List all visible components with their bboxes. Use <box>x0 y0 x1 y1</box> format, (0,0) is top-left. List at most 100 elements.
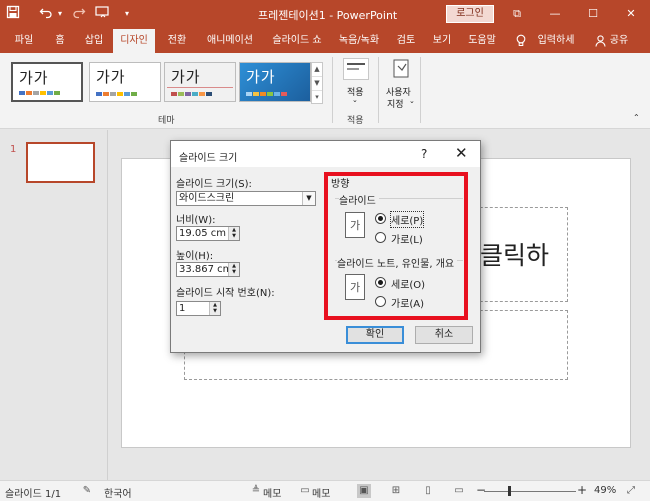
zoom-level[interactable]: 49% <box>594 485 616 496</box>
zoom-out-icon[interactable]: − <box>476 483 486 497</box>
ok-button[interactable]: 확인 <box>346 326 404 344</box>
theme-color-bars <box>96 92 137 96</box>
slide-size-dialog: 슬라이드 크기 ? ✕ 슬라이드 크기(S): 와이드스크린 ▼ 너비(W): … <box>170 140 481 353</box>
help-button[interactable]: ? <box>421 147 427 161</box>
user-icon <box>594 29 606 53</box>
ribbon: 가가 가가 가가 가가 ▲ ▼ ▾ 테마 적용 ⌄ 적용 사용자 지정 ⌄ ⌃ <box>0 53 650 129</box>
slide-size-label: 슬라이드 크기(S): <box>176 179 252 190</box>
title-bar: ▾ ▾ 프레젠테이션1 - PowerPoint 로그인 ⧉ — ☐ ✕ <box>0 0 650 29</box>
theme-group-label: 테마 <box>158 116 175 126</box>
theme-preview-text: 가가 <box>96 68 126 86</box>
reading-view-icon[interactable]: ▯ <box>421 484 435 498</box>
decrement-icon[interactable]: ▼ <box>228 233 239 240</box>
tab-file[interactable]: 파일 <box>8 29 40 53</box>
tab-design[interactable]: 디자인 <box>113 29 155 53</box>
start-number-label: 슬라이드 시작 번호(N): <box>176 288 275 299</box>
slideshow-view-icon[interactable]: ▭ <box>452 484 466 498</box>
lightbulb-icon <box>514 29 528 53</box>
slide-number: 1 <box>10 144 17 155</box>
theme-line <box>167 87 233 88</box>
theme-gray[interactable]: 가가 <box>164 62 236 102</box>
undo-dropdown-icon[interactable]: ▾ <box>51 5 69 23</box>
zoom-slider-track[interactable] <box>484 491 576 492</box>
tab-home[interactable]: 홈 <box>48 29 72 53</box>
height-label: 높이(H): <box>176 251 214 262</box>
minimize-button[interactable]: — <box>544 4 566 24</box>
collapse-ribbon-icon[interactable]: ⌃ <box>633 113 640 122</box>
height-input[interactable]: 33.867 cm ▲ ▼ <box>176 262 240 277</box>
status-bar: 슬라이드 1/1 ✎ 한국어 ≜ 메모 ▭ 메모 ▣ ⊞ ▯ ▭ − + 49%… <box>0 480 650 501</box>
maximize-button[interactable]: ☐ <box>582 4 604 24</box>
slide-size-icon[interactable] <box>392 58 412 80</box>
comments-icon[interactable]: ▭ <box>298 484 312 498</box>
more-icon[interactable]: ▾ <box>312 91 322 105</box>
notes-button[interactable]: 메모 <box>263 485 281 500</box>
start-number-input[interactable]: 1 ▲ ▼ <box>176 301 221 316</box>
slide-sorter-icon[interactable]: ⊞ <box>389 484 403 498</box>
comments-button[interactable]: 메모 <box>312 485 330 500</box>
variant-icon[interactable] <box>343 58 369 80</box>
ribbon-tabs: 파일 홈 삽입 디자인 전환 애니메이션 슬라이드 쇼 녹음/녹화 검토 보기 … <box>0 29 650 53</box>
theme-blue[interactable]: 가가 <box>239 62 311 102</box>
language-indicator[interactable]: 한국어 <box>104 485 132 500</box>
customize-button-label-2[interactable]: 지정 <box>387 97 404 110</box>
theme-color-bars <box>246 92 287 96</box>
login-button[interactable]: 로그인 <box>446 5 494 23</box>
cancel-button[interactable]: 취소 <box>415 326 473 344</box>
slide-counter: 슬라이드 1/1 <box>5 489 62 500</box>
width-value: 19.05 cm <box>179 228 227 239</box>
theme-color-bars <box>19 91 60 95</box>
save-icon[interactable] <box>4 5 22 23</box>
group-separator <box>420 57 421 123</box>
group-separator <box>332 57 333 123</box>
close-window-button[interactable]: ✕ <box>620 4 642 24</box>
width-input[interactable]: 19.05 cm ▲ ▼ <box>176 226 240 241</box>
scroll-up-icon[interactable]: ▲ <box>312 63 322 77</box>
slide-thumbnail-pane: 1 <box>0 130 108 480</box>
scroll-down-icon[interactable]: ▼ <box>312 77 322 91</box>
tab-help[interactable]: 도움말 <box>462 29 502 53</box>
tab-recording[interactable]: 녹음/녹화 <box>334 29 384 53</box>
group-separator <box>378 57 379 123</box>
notes-icon[interactable]: ≜ <box>249 484 263 498</box>
decrement-icon[interactable]: ▼ <box>209 308 220 315</box>
zoom-in-icon[interactable]: + <box>577 483 587 497</box>
start-from-beginning-icon[interactable] <box>94 5 112 23</box>
share-button[interactable]: 공유 <box>606 29 632 53</box>
title-placeholder-text: 클릭하 <box>480 241 550 270</box>
window-title: 프레젠테이션1 - PowerPoint <box>258 9 398 22</box>
normal-view-icon[interactable]: ▣ <box>357 484 371 498</box>
chevron-down-icon[interactable]: ▼ <box>302 192 315 205</box>
redo-icon[interactable] <box>70 5 88 23</box>
dialog-title: 슬라이드 크기 <box>179 153 238 164</box>
start-number-value: 1 <box>179 303 186 314</box>
theme-preview-text: 가가 <box>246 68 276 86</box>
theme-preview-text: 가가 <box>19 69 49 87</box>
orientation-highlight-box <box>324 172 468 320</box>
tab-transitions[interactable]: 전환 <box>162 29 192 53</box>
close-icon[interactable]: ✕ <box>455 145 468 161</box>
slide-thumbnail[interactable] <box>26 142 95 183</box>
customize-toolbar-icon[interactable]: ▾ <box>118 5 136 23</box>
tab-insert[interactable]: 삽입 <box>80 29 108 53</box>
theme-gallery-scroll[interactable]: ▲ ▼ ▾ <box>311 62 323 104</box>
theme-office[interactable]: 가가 <box>11 62 83 102</box>
tell-me-search[interactable]: 입력하세 <box>530 29 582 53</box>
tab-review[interactable]: 검토 <box>392 29 420 53</box>
ribbon-display-options-icon[interactable]: ⧉ <box>506 4 528 24</box>
slide-size-select[interactable]: 와이드스크린 ▼ <box>176 191 316 206</box>
decrement-icon[interactable]: ▼ <box>228 269 239 276</box>
accessibility-icon[interactable]: ✎ <box>80 484 94 498</box>
chevron-down-icon[interactable]: ⌄ <box>352 96 358 104</box>
slide-size-value: 와이드스크린 <box>179 193 235 204</box>
theme-preview-text: 가가 <box>171 68 201 86</box>
width-label: 너비(W): <box>176 215 216 226</box>
tab-view[interactable]: 보기 <box>428 29 456 53</box>
tab-slideshow[interactable]: 슬라이드 쇼 <box>266 29 328 53</box>
theme-office-2[interactable]: 가가 <box>89 62 161 102</box>
tab-animations[interactable]: 애니메이션 <box>198 29 262 53</box>
height-value: 33.867 cm <box>179 264 233 275</box>
fit-to-window-icon[interactable]: ⤢ <box>624 484 638 498</box>
chevron-down-icon[interactable]: ⌄ <box>409 97 415 105</box>
zoom-slider-thumb[interactable] <box>508 486 511 496</box>
